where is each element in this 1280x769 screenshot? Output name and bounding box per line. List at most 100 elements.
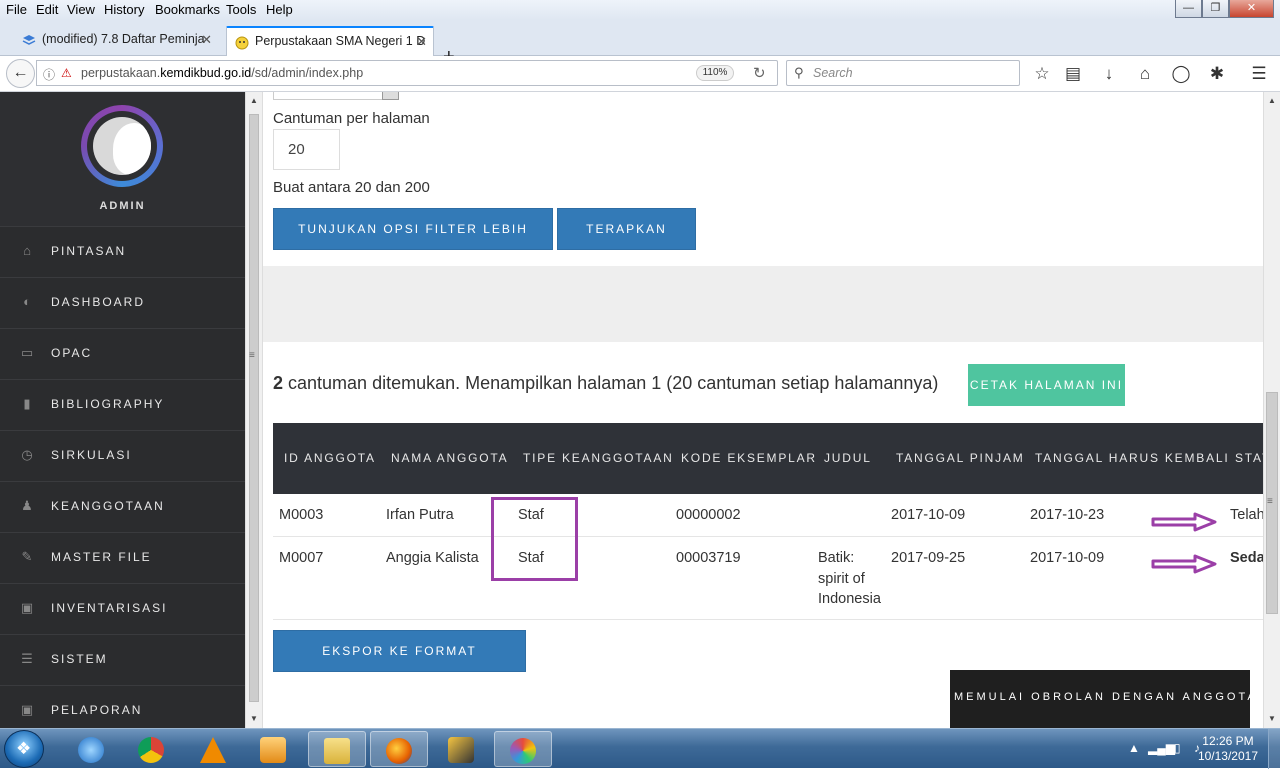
scroll-up-icon[interactable]: ▲ (250, 96, 258, 105)
clock[interactable]: 12:26 PM 10/13/2017 (1198, 734, 1258, 764)
battery-icon[interactable]: ▯ (1174, 741, 1181, 755)
column-header[interactable]: TANGGAL PINJAM (896, 451, 1025, 465)
tab-perpustakaan[interactable]: Perpustakaan SMA Negeri 1 D ✕ (226, 26, 434, 56)
scrollbar-thumb[interactable] (249, 114, 259, 702)
extension-icon[interactable]: ✱ (1206, 64, 1228, 84)
sidebar-item-master-file[interactable]: ✎ MASTER FILE (0, 532, 245, 583)
loan-status: Seda (1230, 550, 1263, 566)
export-spreadsheet-button[interactable]: EKSPOR KE FORMAT SPREADSHEET (273, 630, 526, 698)
sidebar-scrollbar[interactable]: ▲ ≡ ▼ (245, 92, 263, 728)
taskbar-winamp[interactable] (432, 731, 490, 767)
sidebar-item-dashboard[interactable]: ◐ DASHBOARD (0, 277, 245, 328)
url-text: perpustakaan.kemdikbud.go.id/sd/admin/in… (81, 66, 364, 80)
menu-view[interactable]: View (67, 2, 95, 17)
scroll-up-icon[interactable]: ▲ (1268, 96, 1276, 105)
taskbar-vlc[interactable] (184, 731, 242, 767)
column-header[interactable]: JUDUL (824, 451, 872, 465)
column-header[interactable]: STAT (1235, 451, 1263, 465)
select-field[interactable] (273, 92, 399, 100)
scroll-down-icon[interactable]: ▼ (250, 714, 258, 723)
tab-daftar-peminjaman[interactable]: (modified) 7.8 Daftar Peminja ✕ (14, 26, 218, 56)
column-header[interactable]: KODE EKSEMPLAR (681, 451, 817, 465)
paint-palette-icon (510, 738, 536, 764)
minimize-icon[interactable]: — (1175, 0, 1202, 18)
more-filter-options-button[interactable]: TUNJUKAN OPSI FILTER LEBIH BANYAK (273, 208, 553, 276)
search-placeholder: Search (813, 66, 853, 80)
highlight-box-annotation (491, 497, 578, 581)
sidebar-item-label: BIBLIOGRAPHY (51, 397, 165, 411)
column-header[interactable]: NAMA ANGGOTA (391, 451, 508, 465)
star-icon[interactable]: ☆ (1031, 64, 1053, 84)
item-code: 00000002 (676, 507, 741, 523)
taskbar-paint[interactable] (494, 731, 552, 767)
monitor-icon: ▭ (20, 345, 36, 360)
taskbar-file-explorer[interactable] (308, 731, 366, 767)
item-code: 00003719 (676, 550, 741, 566)
signal-icon[interactable]: ▂▄▆ (1148, 741, 1175, 755)
pocket-icon[interactable]: ◯ (1170, 64, 1192, 84)
show-desktop-button[interactable] (1268, 729, 1280, 769)
borrow-date: 2017-09-25 (891, 550, 966, 566)
tab-title: Perpustakaan SMA Negeri 1 D (255, 34, 426, 48)
start-button[interactable]: ❖ (4, 730, 44, 768)
firefox-icon (386, 738, 412, 764)
search-icon: ⚲ (794, 65, 804, 80)
sidebar-item-label: PELAPORAN (51, 703, 143, 717)
book-title: Batik: spirit of Indonesia (818, 550, 881, 607)
taskbar-internet-explorer[interactable] (62, 731, 120, 767)
scroll-down-icon[interactable]: ▼ (1268, 714, 1276, 723)
search-box[interactable]: ⚲ Search (786, 60, 1020, 86)
arrow-annotation-icon (1151, 512, 1217, 532)
arrow-annotation-icon (1151, 554, 1217, 574)
url-bar[interactable]: ⓘ ⚠ perpustakaan.kemdikbud.go.id/sd/admi… (36, 60, 778, 86)
page-scrollbar[interactable]: ▲ ≡ ▼ (1263, 92, 1280, 728)
insecure-lock-icon[interactable]: ⚠ (61, 66, 72, 80)
sidebar-item-inventarisasi[interactable]: ▣ INVENTARISASI (0, 583, 245, 634)
tab-close-icon[interactable]: ✕ (416, 34, 427, 50)
sidebar-item-sirkulasi[interactable]: ◷ SIRKULASI (0, 430, 245, 481)
column-header[interactable]: TIPE KEANGGOTAAN (523, 451, 674, 465)
tab-close-icon[interactable]: ✕ (201, 32, 212, 48)
sidebar-item-opac[interactable]: ▭ OPAC (0, 328, 245, 379)
sidebar-item-pintasan[interactable]: ⌂ PINTASAN (0, 226, 245, 277)
sidebar-item-label: KEANGGOTAAN (51, 499, 165, 513)
sidebar-item-bibliography[interactable]: ▮ BIBLIOGRAPHY (0, 379, 245, 430)
reader-list-icon[interactable]: ▤ (1062, 64, 1084, 84)
avatar[interactable] (81, 105, 163, 187)
grip-icon: ≡ (1267, 496, 1273, 507)
column-header[interactable]: ID ANGGOTA (284, 451, 376, 465)
sidebar-item-keanggotaan[interactable]: ♟ KEANGGOTAAN (0, 481, 245, 532)
reload-icon[interactable]: ↻ (753, 64, 766, 82)
tray-arrow-icon[interactable]: ▲ (1128, 741, 1140, 755)
menu-bookmarks[interactable]: Bookmarks (155, 2, 220, 17)
close-window-icon[interactable]: ✕ (1229, 0, 1274, 18)
table-row: M0003 Irfan Putra Staf 00000002 2017-10-… (273, 494, 1263, 537)
taskbar-firefox[interactable] (370, 731, 428, 767)
back-arrow-icon[interactable]: ← (6, 59, 35, 88)
column-header[interactable]: TANGGAL HARUS KEMBALI (1035, 451, 1230, 465)
download-icon[interactable]: ↓ (1098, 64, 1120, 84)
per-page-label: Cantuman per halaman (273, 110, 430, 127)
menu-tools[interactable]: Tools (226, 2, 256, 17)
per-page-input[interactable]: 20 (273, 129, 340, 170)
menu-edit[interactable]: Edit (36, 2, 58, 17)
restore-icon[interactable]: ❐ (1202, 0, 1229, 18)
chat-with-member-button[interactable]: MEMULAI OBROLAN DENGAN ANGGOTA (950, 670, 1255, 728)
windows-logo-icon: ❖ (16, 739, 32, 758)
info-icon[interactable]: ⓘ (43, 66, 55, 83)
menu-history[interactable]: History (104, 2, 144, 17)
taskbar-chrome[interactable] (122, 731, 180, 767)
sidebar-item-pelaporan[interactable]: ▣ PELAPORAN (0, 685, 245, 728)
taskbar-media-player[interactable] (244, 731, 302, 767)
zoom-indicator[interactable]: 110% (696, 65, 734, 81)
member-name: Irfan Putra (386, 507, 454, 523)
file-icon: ▣ (20, 702, 36, 717)
menu-file[interactable]: File (6, 2, 27, 17)
sidebar-item-sistem[interactable]: ☰ SISTEM (0, 634, 245, 685)
apply-filter-button[interactable]: TERAPKAN FILTER (557, 208, 696, 276)
print-page-button[interactable]: CETAK HALAMAN INI (968, 364, 1125, 406)
home-icon: ⌂ (23, 243, 33, 258)
hamburger-menu-icon[interactable]: ☰ (1248, 64, 1270, 84)
menu-help[interactable]: Help (266, 2, 293, 17)
home-button-icon[interactable]: ⌂ (1134, 64, 1156, 84)
